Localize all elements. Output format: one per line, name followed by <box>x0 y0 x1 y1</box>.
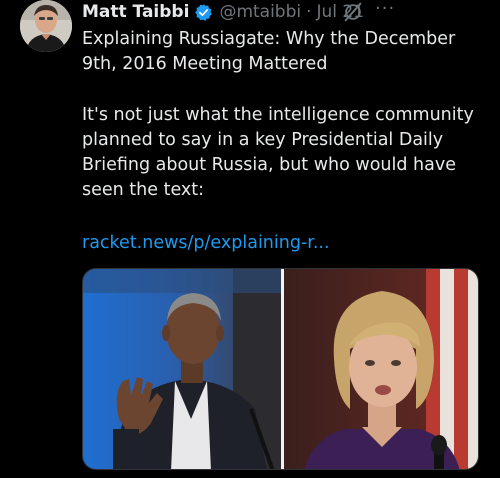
grok-icon[interactable] <box>342 1 364 23</box>
tweet-title: Explaining Russiagate: Why the December … <box>82 29 456 74</box>
tweet-text: Explaining Russiagate: Why the December … <box>82 27 487 203</box>
tweet-paragraph: It's not just what the intelligence comm… <box>82 105 474 200</box>
author-name[interactable]: Matt Taibbi <box>82 2 189 22</box>
meta-separator: · <box>306 2 312 22</box>
media-photo-right[interactable] <box>284 269 479 470</box>
more-options-icon[interactable]: ··· <box>375 0 395 19</box>
avatar[interactable] <box>20 0 72 52</box>
media-photo-left[interactable] <box>83 269 281 470</box>
verified-badge-icon <box>195 3 213 21</box>
article-link[interactable]: racket.news/p/explaining-r... <box>82 231 330 256</box>
avatar-photo <box>20 0 72 52</box>
tweet-header: Matt Taibbi @mtaibbi · Jul 21 <box>82 0 487 24</box>
author-handle[interactable]: @mtaibbi <box>219 2 301 22</box>
tweet-media[interactable] <box>82 268 479 470</box>
